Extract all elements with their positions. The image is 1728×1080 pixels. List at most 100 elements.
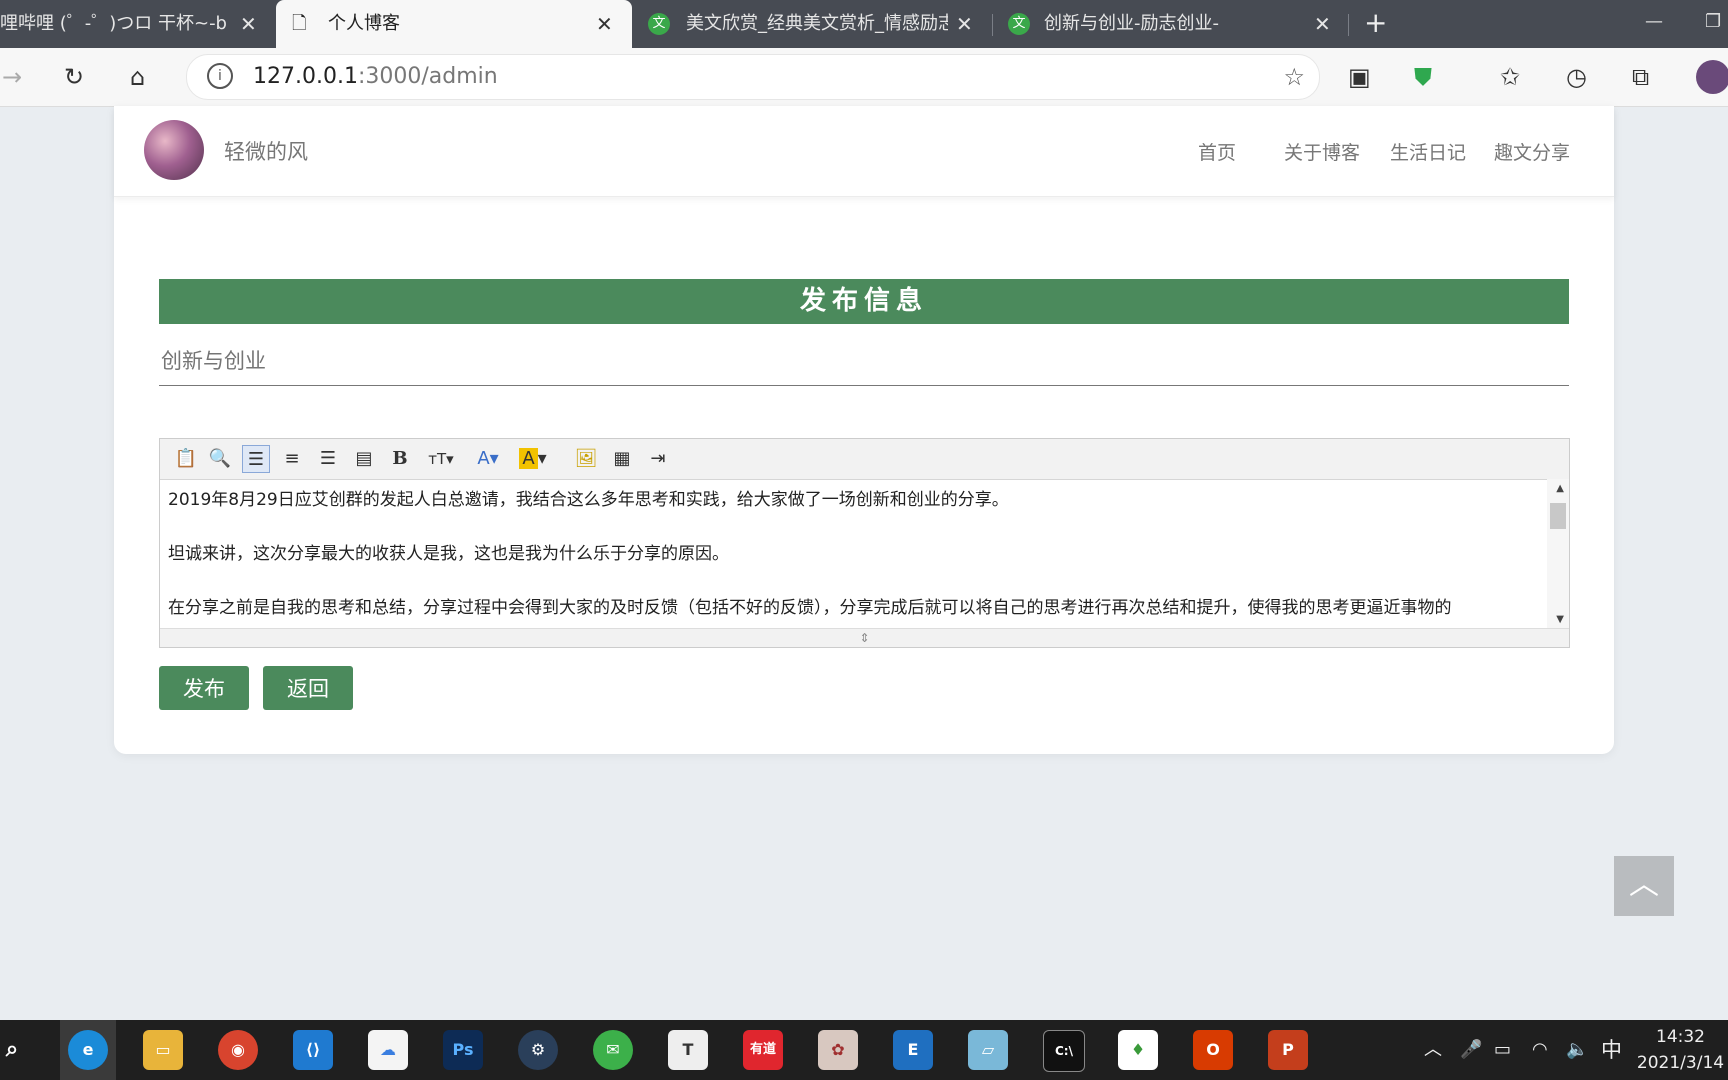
url-path: :3000/admin [357,64,498,89]
nav-about[interactable]: 关于博客 [1284,138,1360,165]
url-text[interactable]: 127.0.0.1:3000/admin [253,55,498,99]
publish-button[interactable]: 发布 [159,666,249,710]
site-favicon-icon: 文 [1008,13,1030,35]
tab-meiwen[interactable]: 文 美文欣赏_经典美文赏析_情感励志 ✕ [636,0,988,48]
reload-icon[interactable]: ↻ [64,62,84,92]
page-card: 轻微的风 首页 关于博客 生活日记 趣文分享 发布信息 📋 🔍 ☰ ≡ ☰ ▤ … [114,106,1614,754]
tab-divider [992,14,993,36]
search-icon[interactable]: ⌕ [0,1030,32,1070]
battery-icon[interactable]: ▭ [1494,1020,1511,1080]
tab-title: 哔哩哔哩 (゜-゜)つロ 干杯~-bilibili [0,13,228,34]
add-favorite-icon[interactable]: ☆ [1283,55,1305,99]
vscode-icon[interactable]: ⟨⟩ [293,1030,333,1070]
photoshop-icon[interactable]: Ps [443,1030,483,1070]
editor-toolbar: 📋 🔍 ☰ ≡ ☰ ▤ B ᴛT▾ A▾ A ▾ 🖼 ▦ ⇥ [160,439,1569,480]
close-icon[interactable]: ✕ [596,0,613,48]
profile-avatar[interactable] [1696,60,1728,94]
align-right-icon[interactable]: ☰ [314,445,342,473]
steam-icon[interactable]: ⚙ [518,1030,558,1070]
typora-icon[interactable]: T [668,1030,708,1070]
editor-scrollbar[interactable]: ▲ ▼ [1547,479,1569,629]
rich-text-editor: 📋 🔍 ☰ ≡ ☰ ▤ B ᴛT▾ A▾ A ▾ 🖼 ▦ ⇥ 2019年8月29日… [159,438,1570,648]
avatar[interactable] [144,120,204,180]
image-icon[interactable]: 🖼 [572,445,600,473]
ime-indicator[interactable]: 中 [1601,1020,1622,1080]
align-left-icon[interactable]: ☰ [242,445,270,473]
page-title: 发布信息 [159,279,1569,324]
collections-icon[interactable]: ⧉ [1632,62,1649,92]
close-icon[interactable]: ✕ [956,0,973,48]
chevron-up-icon: ︿ [1629,867,1659,902]
back-button[interactable]: 返回 [263,666,353,710]
shield-icon[interactable]: ⛊ [1414,62,1432,92]
close-icon[interactable]: ✕ [240,0,257,48]
wifi-icon[interactable]: ◠ [1532,1020,1548,1080]
extension-icon[interactable]: ▣ [1348,62,1371,92]
app-icon[interactable]: ✿ [818,1030,858,1070]
tab-divider [1348,14,1349,36]
url-host: 127.0.0.1 [253,64,358,89]
file-explorer-icon[interactable]: ▭ [143,1030,183,1070]
nav-diary[interactable]: 生活日记 [1390,138,1466,165]
microphone-icon[interactable]: 🎤 [1460,1020,1482,1080]
paste-icon[interactable]: 📋 [172,445,200,473]
edge-icon[interactable]: e [68,1030,108,1070]
page-icon: 🗋 [292,13,307,34]
font-color-icon[interactable]: A▾ [472,445,504,473]
new-tab-button[interactable]: + [1364,0,1387,46]
browser-toolbar: → ↻ ⌂ i 127.0.0.1:3000/admin ☆ ▣ ⛊ ✩ ◷ ⧉ [0,48,1728,107]
info-icon[interactable]: i [207,63,233,89]
tab-title: 创新与创业-励志创业- [1044,13,1219,34]
table-icon[interactable]: ▦ [608,445,636,473]
minimize-button[interactable]: — [1645,0,1663,44]
close-icon[interactable]: ✕ [1314,0,1331,48]
address-bar[interactable]: i 127.0.0.1:3000/admin ☆ [186,54,1320,100]
powerpoint-icon[interactable]: P [1268,1030,1308,1070]
clock-time: 14:32 [1656,1027,1705,1047]
history-icon[interactable]: ◷ [1566,62,1587,92]
favorites-icon[interactable]: ✩ [1500,62,1520,92]
baidu-netdisk-icon[interactable]: ☁ [368,1030,408,1070]
font-size-icon[interactable]: ᴛT▾ [422,445,460,473]
site-favicon-icon: 文 [648,13,670,35]
site-name[interactable]: 轻微的风 [224,136,308,166]
notepad-icon[interactable]: ▱ [968,1030,1008,1070]
tab-title: 个人博客 [328,13,400,34]
scroll-thumb[interactable] [1550,503,1566,529]
bold-icon[interactable]: B [386,445,414,473]
forward-icon[interactable]: → [2,62,22,92]
editor-icon[interactable]: E [893,1030,933,1070]
tab-bilibili[interactable]: 哔哩哔哩 (゜-゜)つロ 干杯~-bilibili ✕ [0,0,272,48]
editor-resize-handle[interactable]: ⇕ [160,628,1569,647]
highlight-icon[interactable]: A ▾ [516,445,550,473]
scroll-up-arrow-icon[interactable]: ▲ [1556,483,1564,494]
indent-icon[interactable]: ⇥ [644,445,672,473]
office-icon[interactable]: O [1193,1030,1233,1070]
clock[interactable]: 14:32 2021/3/14 [1633,1024,1728,1076]
browser-tab-bar: 哔哩哔哩 (゜-゜)つロ 干杯~-bilibili ✕ 🗋 个人博客 ✕ 文 美… [0,0,1728,48]
tab-innovation[interactable]: 文 创新与创业-励志创业- ✕ [996,0,1346,48]
terminal-icon[interactable]: C:\ [1043,1030,1085,1072]
nav-share[interactable]: 趣文分享 [1494,138,1570,165]
title-field[interactable] [159,336,1569,386]
chrome-icon[interactable]: ◉ [218,1030,258,1070]
content-paragraph: 2019年8月29日应艾创群的发起人白总邀请，我结合这么多年思考和实践，给大家做… [168,490,1009,510]
wechat-icon[interactable]: ✉ [593,1030,633,1070]
mongodb-icon[interactable]: ♦ [1118,1030,1158,1070]
youdao-icon[interactable]: 有道 [743,1030,783,1070]
scroll-down-arrow-icon[interactable]: ▼ [1556,614,1564,625]
nav-home[interactable]: 首页 [1198,138,1236,165]
volume-icon[interactable]: 🔈 [1566,1020,1588,1080]
maximize-button[interactable]: ❐ [1705,0,1721,44]
align-justify-icon[interactable]: ▤ [350,445,378,473]
clock-date: 2021/3/14 [1636,1053,1725,1073]
chevron-up-icon[interactable]: ︿ [1424,1020,1442,1080]
tab-personal-blog[interactable]: 🗋 个人博客 ✕ [276,0,632,48]
content-paragraph: 在分享之前是自我的思考和总结，分享过程中会得到大家的及时反馈（包括不好的反馈），… [168,598,1452,618]
align-center-icon[interactable]: ≡ [278,445,306,473]
home-icon[interactable]: ⌂ [130,62,145,92]
preview-icon[interactable]: 🔍 [206,445,234,473]
site-header: 轻微的风 首页 关于博客 生活日记 趣文分享 [114,106,1614,197]
back-to-top-button[interactable]: ︿ [1614,856,1674,916]
editor-content[interactable]: 2019年8月29日应艾创群的发起人白总邀请，我结合这么多年思考和实践，给大家做… [160,479,1555,629]
